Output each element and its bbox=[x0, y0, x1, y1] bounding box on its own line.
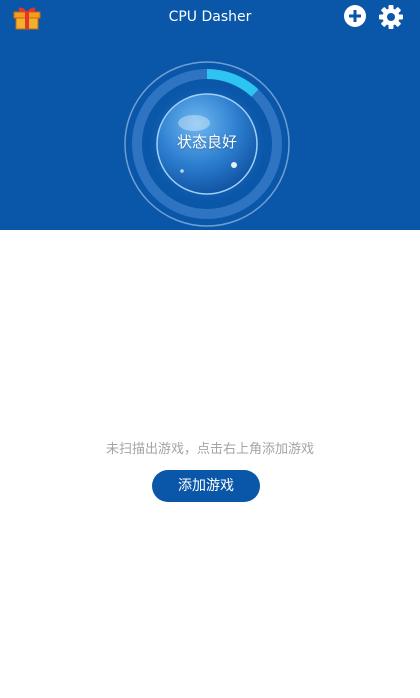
plus-circle-icon[interactable] bbox=[343, 4, 367, 28]
status-label: 状态良好 bbox=[176, 133, 237, 151]
add-game-button[interactable]: 添加游戏 bbox=[152, 470, 260, 502]
header-bar: CPU Dasher 状态良好 bbox=[0, 0, 420, 230]
gear-icon[interactable] bbox=[378, 4, 404, 30]
empty-state-message: 未扫描出游戏，点击右上角添加游戏 bbox=[105, 442, 314, 457]
